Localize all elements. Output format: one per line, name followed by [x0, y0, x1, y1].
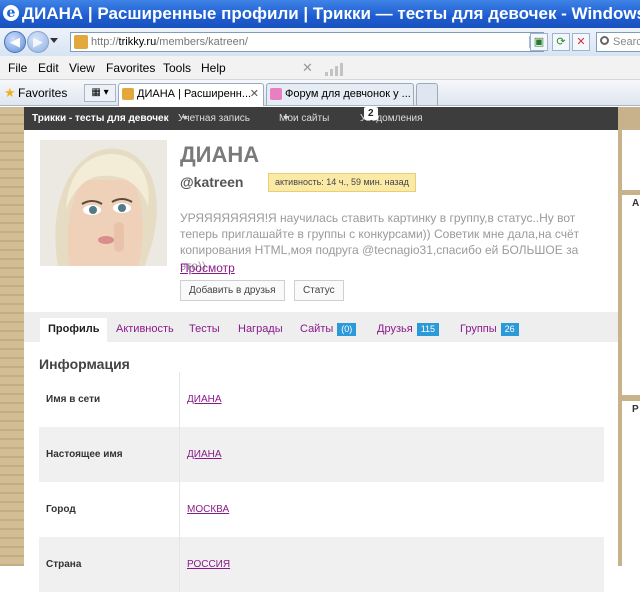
- account-menu[interactable]: Учетная запись: [178, 107, 250, 130]
- add-friend-button[interactable]: Добавить в друзья: [180, 280, 285, 301]
- profile-handle: @katreen: [180, 174, 244, 190]
- refresh-icon[interactable]: ⟳: [552, 33, 570, 51]
- site-favicon-icon: [74, 35, 88, 49]
- menu-favorites[interactable]: Favorites: [106, 56, 155, 80]
- friends-count-badge: 115: [416, 323, 440, 336]
- notifications-badge: 2: [364, 107, 378, 120]
- menu-tools[interactable]: Tools: [163, 56, 191, 80]
- sites-count-badge: (0): [337, 323, 357, 336]
- site-brand-link[interactable]: Трикки - тесты для девочек: [32, 107, 169, 130]
- star-icon: ★: [4, 85, 16, 100]
- internet-explorer-icon: e: [3, 5, 19, 21]
- sidebar-heading: А: [632, 198, 640, 209]
- tab-awards[interactable]: Награды: [238, 318, 283, 342]
- background-pattern: [0, 107, 24, 566]
- menu-bar: File Edit View Favorites Tools Help ✕: [0, 56, 640, 80]
- notifications-menu[interactable]: Уведомления 2: [360, 107, 423, 130]
- site-admin-bar: Трикки - тесты для девочек Учетная запис…: [24, 107, 618, 130]
- quick-tabs-button[interactable]: ▦ ▾: [84, 84, 116, 102]
- profile-status: УРЯЯЯЯЯЯЯЯ!Я научилась ставить картинку …: [180, 211, 580, 273]
- table-row: Страна РОССИЯ: [39, 537, 604, 592]
- search-input[interactable]: Search: [596, 32, 640, 52]
- history-dropdown-icon[interactable]: [50, 38, 58, 43]
- profile-tabs: Профиль Активность Тесты Награды Сайты (0…: [24, 312, 618, 342]
- new-tab-button[interactable]: [416, 83, 438, 105]
- window-title: ДИАНА | Расширенные профили | Трикки — т…: [22, 4, 640, 23]
- table-row: Город МОСКВА: [39, 482, 604, 537]
- tab-tests[interactable]: Тесты: [189, 318, 220, 342]
- close-icon[interactable]: ✕: [302, 56, 313, 80]
- sidebar-panel: [622, 130, 640, 190]
- tab-profile-main[interactable]: Профиль: [40, 318, 108, 342]
- tab-activity[interactable]: Активность: [116, 318, 174, 342]
- web-page: Трикки - тесты для девочек Учетная запис…: [0, 107, 640, 592]
- row-divider: [179, 372, 180, 427]
- window-title-bar: e ДИАНА | Расширенные профили | Трикки —…: [0, 0, 640, 28]
- forward-button[interactable]: ▶: [27, 31, 49, 53]
- row-divider: [179, 427, 180, 482]
- activity-badge: активность: 14 ч., 59 мин. назад: [268, 173, 416, 192]
- table-row: Имя в сети ДИАНА: [39, 372, 604, 427]
- row-label: Имя в сети: [46, 394, 101, 405]
- search-icon: [600, 36, 609, 45]
- tab-forum[interactable]: Форум для девчонок у ...: [266, 83, 414, 105]
- heart-icon: [270, 88, 282, 100]
- menu-edit[interactable]: Edit: [38, 56, 59, 80]
- right-sidebar: А Р: [618, 107, 640, 566]
- table-row: Настоящее имя ДИАНА: [39, 427, 604, 482]
- tab-profile[interactable]: ДИАНА | Расширенн... ✕: [118, 83, 264, 106]
- row-value-link[interactable]: МОСКВА: [187, 482, 229, 537]
- section-title: Информация: [39, 356, 130, 372]
- profile-name: ДИАНА: [180, 142, 260, 167]
- row-value-link[interactable]: ДИАНА: [187, 372, 222, 427]
- tab-groups[interactable]: Группы 26: [460, 318, 519, 342]
- sidebar-panel: А: [622, 195, 640, 395]
- row-divider: [179, 537, 180, 592]
- menu-help[interactable]: Help: [201, 56, 226, 80]
- address-bar[interactable]: http://trikky.ru/members/katreen/: [70, 32, 544, 52]
- tabs-toolbar: ★ Favorites ▦ ▾ ДИАНА | Расширенн... ✕ Ф…: [0, 80, 640, 106]
- row-label: Настоящее имя: [46, 449, 123, 460]
- row-value-link[interactable]: ДИАНА: [187, 427, 222, 482]
- sidebar-panel: Р: [622, 401, 640, 566]
- tab-friends[interactable]: Друзья 115: [377, 318, 440, 342]
- row-label: Страна: [46, 559, 82, 570]
- avatar[interactable]: [40, 140, 167, 266]
- sidebar-heading: Р: [632, 404, 639, 415]
- menu-file[interactable]: File: [8, 56, 27, 80]
- compatibility-icon[interactable]: ▣: [530, 33, 548, 51]
- address-toolbar: ◀ ▶ http://trikky.ru/members/katreen/ ▣ …: [0, 28, 640, 56]
- row-divider: [179, 482, 180, 537]
- row-label: Город: [46, 504, 76, 515]
- profile-content: ДИАНА @katreen активность: 14 ч., 59 мин…: [24, 130, 618, 592]
- groups-count-badge: 26: [500, 323, 519, 336]
- stop-icon[interactable]: ✕: [572, 33, 590, 51]
- status-button[interactable]: Статус: [294, 280, 344, 301]
- row-value-link[interactable]: РОССИЯ: [187, 537, 230, 592]
- site-favicon-icon: [122, 88, 134, 100]
- my-sites-menu[interactable]: Мои сайты: [279, 107, 329, 130]
- view-status-link[interactable]: Просмотр: [180, 261, 235, 275]
- tab-close-icon[interactable]: ✕: [250, 84, 259, 104]
- back-button[interactable]: ◀: [4, 31, 26, 53]
- tab-sites[interactable]: Сайты (0): [300, 318, 357, 342]
- signal-bars-icon: [325, 62, 345, 76]
- menu-view[interactable]: View: [69, 56, 95, 80]
- favorites-button[interactable]: ★ Favorites: [4, 84, 67, 102]
